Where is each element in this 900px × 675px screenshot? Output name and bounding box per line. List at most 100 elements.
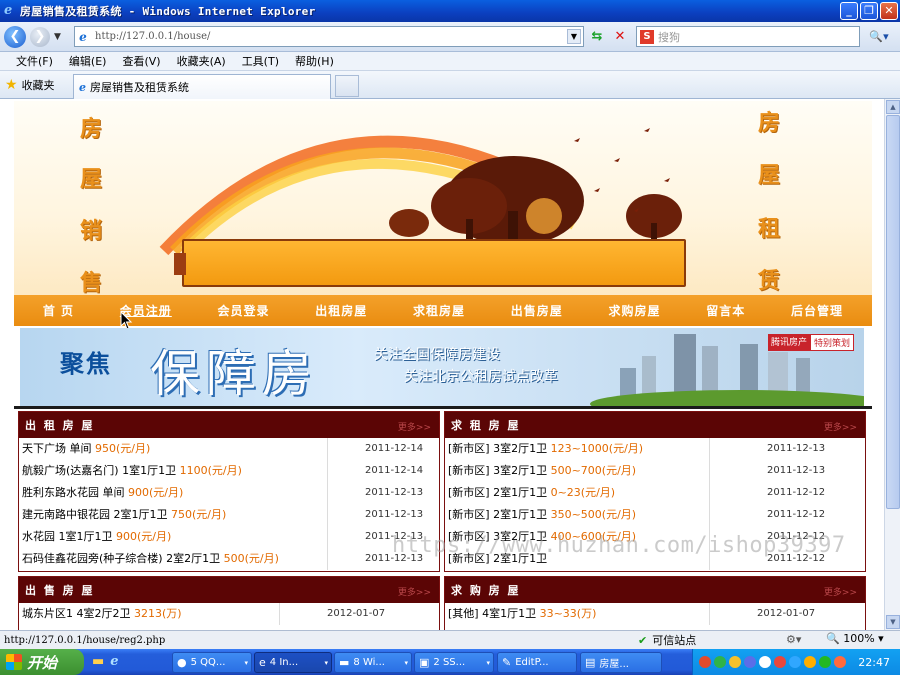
listing-date: 2011-12-13 xyxy=(767,443,826,454)
listing-name[interactable]: [新市区] 2室1厅1卫 xyxy=(448,486,547,499)
menu-tools[interactable]: 工具(T) xyxy=(242,53,279,69)
close-button[interactable]: ✕ xyxy=(880,2,898,20)
stop-button[interactable]: ✕ xyxy=(610,27,630,47)
banner-left-char-3: 销 xyxy=(80,218,103,244)
menu-file[interactable]: 文件(F) xyxy=(16,53,53,69)
watermark: https://www.huzhan.com/ishop39397 xyxy=(392,533,846,558)
list-item[interactable]: [新市区] 2室1厅1卫 350~500(元/月) 2011-12-12 xyxy=(445,504,865,526)
nav-home[interactable]: 首 页 xyxy=(43,302,74,319)
list-item[interactable]: [新市区] 3室2厅1卫 500~700(元/月) 2011-12-13 xyxy=(445,460,865,482)
nav-buy[interactable]: 求购房屋 xyxy=(609,302,661,319)
forward-button[interactable]: ❯ xyxy=(30,26,50,47)
menu-help[interactable]: 帮助(H) xyxy=(295,53,334,69)
tray-icon[interactable] xyxy=(774,656,786,668)
listing-name[interactable]: [新市区] 2室1厅1卫 xyxy=(448,508,547,521)
tray-icon[interactable] xyxy=(699,656,711,668)
more-link[interactable]: 更多>> xyxy=(398,585,431,598)
listing-name[interactable]: 航毅广场(达嘉名门) 1室1厅1卫 xyxy=(22,464,176,477)
list-item[interactable]: 城东片区1 4室2厅2卫 3213(万) 2012-01-07 xyxy=(19,603,439,625)
zoom-control[interactable]: 🔍 100% ▾ xyxy=(826,632,884,645)
list-item[interactable]: 水花园 1室1厅1卫 900(元/月) 2011-12-13 xyxy=(19,526,439,548)
list-item[interactable]: [新市区] 3室2厅1卫 123~1000(元/月) 2011-12-13 xyxy=(445,438,865,460)
more-link[interactable]: 更多>> xyxy=(398,420,431,433)
tray-icon[interactable] xyxy=(834,656,846,668)
list-item[interactable]: 建元南路中银花园 2室1厅1卫 750(元/月) 2011-12-13 xyxy=(19,504,439,526)
listing-price: 0~23(元/月) xyxy=(550,486,616,499)
taskbar-item-ssh[interactable]: ▣ 2 SS... ▾ xyxy=(414,652,494,673)
listing-name[interactable]: [其他] 4室1厅1卫 xyxy=(448,607,536,620)
scroll-down-icon[interactable]: ▼ xyxy=(886,615,900,629)
tray-icon[interactable] xyxy=(744,656,756,668)
tray-icon[interactable] xyxy=(819,656,831,668)
list-item[interactable]: 石码佳鑫花园旁(种子综合楼) 2室2厅1卫 500(元/月) 2011-12-13 xyxy=(19,548,439,570)
tray-icon[interactable] xyxy=(804,656,816,668)
more-link[interactable]: 更多>> xyxy=(824,585,857,598)
search-box[interactable]: S 搜狗 xyxy=(636,26,860,47)
promo-line-2: 关注北京公租房试点改革 xyxy=(404,369,558,385)
taskbar-item-ie[interactable]: e4 In... ▾ xyxy=(254,652,332,673)
more-link[interactable]: 更多>> xyxy=(824,420,857,433)
listing-name[interactable]: 石码佳鑫花园旁(种子综合楼) 2室2厅1卫 xyxy=(22,552,220,565)
listing-name[interactable]: 建元南路中银花园 2室1厅1卫 xyxy=(22,508,168,521)
scroll-up-icon[interactable]: ▲ xyxy=(886,100,900,114)
address-bar[interactable]: e http://127.0.0.1/house/ ▼ xyxy=(74,26,584,47)
listing-name[interactable]: [新市区] 3室2厅1卫 xyxy=(448,464,547,477)
panel-header: 出 租 房 屋 更多>> xyxy=(19,412,439,438)
minimize-button[interactable]: _ xyxy=(840,2,858,20)
listing-name[interactable]: 水花园 1室1厅1卫 xyxy=(22,530,113,543)
promo-line-1: 关注全国保障房建设 xyxy=(374,347,500,363)
menu-favorites[interactable]: 收藏夹(A) xyxy=(177,53,226,69)
folder-icon[interactable]: ▬ xyxy=(92,654,104,669)
menu-bar: 文件(F) 编辑(E) 查看(V) 收藏夹(A) 工具(T) 帮助(H) xyxy=(0,52,900,71)
browser-tab[interactable]: e 房屋销售及租赁系统 xyxy=(73,74,331,99)
tray-icon[interactable] xyxy=(759,656,771,668)
vertical-scrollbar[interactable]: ▲ ▼ xyxy=(884,99,900,630)
maximize-button[interactable]: ❐ xyxy=(860,2,878,20)
settings-icon[interactable]: ⚙▾ xyxy=(786,633,801,646)
listing-name[interactable]: 城东片区1 4室2厅2卫 xyxy=(22,607,131,620)
list-item[interactable]: 胜利东路水花园 单间 900(元/月) 2011-12-13 xyxy=(19,482,439,504)
search-placeholder[interactable]: 搜狗 xyxy=(658,29,680,45)
taskbar-item-editplus[interactable]: ✎ EditP... xyxy=(497,652,577,673)
favorites-button[interactable]: ★ 收藏夹 xyxy=(5,77,55,93)
back-button[interactable]: ❮ xyxy=(4,25,26,48)
listing-name[interactable]: [新市区] 3室2厅1卫 xyxy=(448,442,547,455)
list-item[interactable]: 天下广场 单间 950(元/月) 2011-12-14 xyxy=(19,438,439,460)
nav-admin[interactable]: 后台管理 xyxy=(791,302,843,319)
ie-quicklaunch-icon[interactable]: e xyxy=(110,654,118,669)
history-dropdown-icon[interactable]: ▼ xyxy=(54,32,61,42)
address-dropdown-icon[interactable]: ▼ xyxy=(567,29,581,44)
tray-icon[interactable] xyxy=(789,656,801,668)
taskbar-item-house[interactable]: ▤ 房屋... xyxy=(580,652,662,673)
menu-view[interactable]: 查看(V) xyxy=(122,53,160,69)
nav-rent-want[interactable]: 求租房屋 xyxy=(413,302,465,319)
taskbar-item-windows[interactable]: ▬ 8 Wi... ▾ xyxy=(334,652,412,673)
start-button[interactable]: 开始 xyxy=(0,649,84,675)
ie-window: e 房屋销售及租赁系统 - Windows Internet Explorer … xyxy=(0,0,900,675)
listing-date: 2011-12-13 xyxy=(365,487,424,498)
nav-rent-out[interactable]: 出租房屋 xyxy=(315,302,367,319)
promo-banner[interactable]: 聚焦 保障房 关注全国保障房建设 关注北京公租房试点改革 腾讯房产 特别策划 xyxy=(20,328,864,406)
search-go-button[interactable]: 🔍▾ xyxy=(864,27,894,46)
tab-page-icon: e xyxy=(79,80,86,94)
nav-guestbook[interactable]: 留言本 xyxy=(706,302,745,319)
new-tab-button[interactable] xyxy=(335,75,359,97)
tray-icon[interactable] xyxy=(729,656,741,668)
list-item[interactable]: 航毅广场(达嘉名门) 1室1厅1卫 1100(元/月) 2011-12-14 xyxy=(19,460,439,482)
refresh-button[interactable]: ⇆ xyxy=(587,27,607,47)
list-item[interactable]: [新市区] 2室1厅1卫 0~23(元/月) 2011-12-12 xyxy=(445,482,865,504)
taskbar-item-qq[interactable]: ● 5 QQ... ▾ xyxy=(172,652,252,673)
listing-name[interactable]: 天下广场 单间 xyxy=(22,442,92,455)
security-zone[interactable]: ✔ 可信站点 xyxy=(638,632,696,648)
list-item[interactable]: [其他] 4室1厅1卫 33~33(万) 2012-01-07 xyxy=(445,603,865,625)
tray-icon[interactable] xyxy=(714,656,726,668)
check-icon: ✔ xyxy=(638,633,648,647)
scroll-thumb[interactable] xyxy=(886,115,900,509)
taskbar-item-label: 5 QQ... xyxy=(190,657,226,668)
banner-left-char-2: 屋 xyxy=(80,166,103,192)
address-url[interactable]: http://127.0.0.1/house/ xyxy=(95,31,210,42)
listing-name[interactable]: 胜利东路水花园 单间 xyxy=(22,486,125,499)
nav-login[interactable]: 会员登录 xyxy=(218,302,270,319)
menu-edit[interactable]: 编辑(E) xyxy=(69,53,107,69)
nav-sell[interactable]: 出售房屋 xyxy=(511,302,563,319)
